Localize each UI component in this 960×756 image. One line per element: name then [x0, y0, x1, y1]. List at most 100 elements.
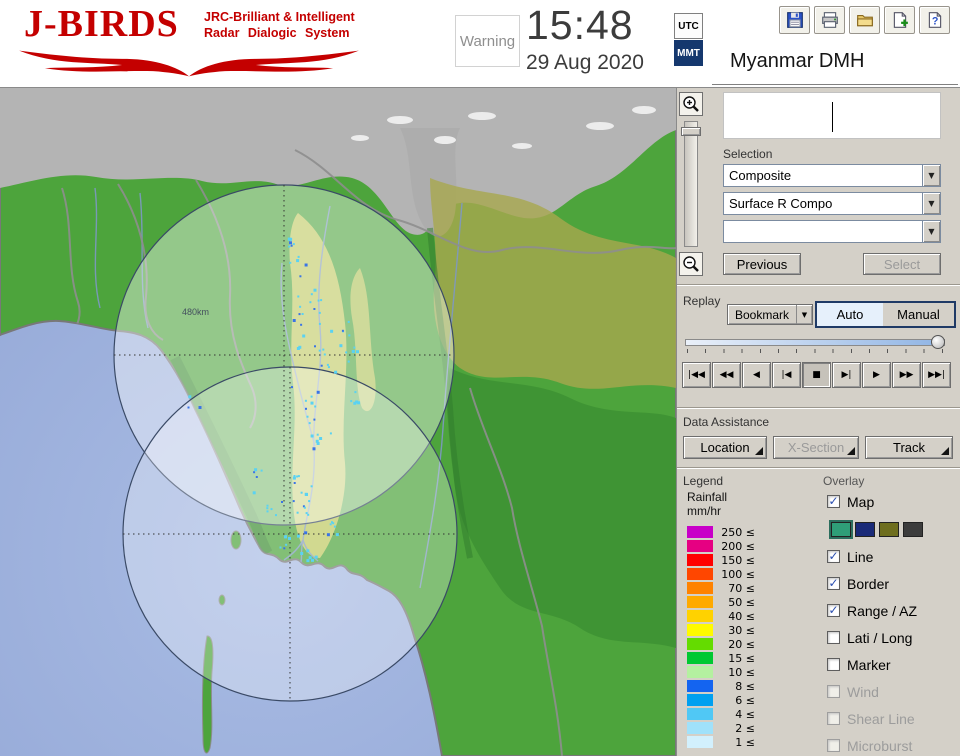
- previous-button[interactable]: Previous: [723, 253, 801, 275]
- step-forward-button[interactable]: ▶|: [832, 362, 861, 388]
- help-button[interactable]: ?: [919, 6, 950, 34]
- jbirds-app: J-BIRDS JRC-Brilliant & Intelligent Rada…: [0, 0, 960, 756]
- mmt-button[interactable]: MMT: [674, 40, 703, 66]
- replay-slider-ticks: [687, 349, 943, 353]
- replay-slider-thumb[interactable]: [931, 335, 945, 349]
- selection-label: Selection: [723, 147, 773, 161]
- overlay-item-line[interactable]: ✓ Line: [827, 543, 960, 570]
- legend-row: 100 ≤: [687, 567, 755, 581]
- zoom-slider[interactable]: [681, 121, 701, 247]
- legend-color-swatch: [687, 568, 713, 580]
- legend-color-swatch: [687, 624, 713, 636]
- x-section-button[interactable]: X-Section: [773, 436, 859, 459]
- overlay-list: ✓ Map ✓ Line ✓ Border ✓ Range / AZ Lati / Long Ma…: [827, 488, 960, 756]
- separator: [677, 467, 960, 469]
- checkbox[interactable]: [827, 631, 840, 644]
- product-combo-value: Surface R Compo: [729, 196, 833, 211]
- step-back-button[interactable]: |◀: [772, 362, 801, 388]
- legend-value: 10 ≤: [728, 665, 755, 679]
- product-combo[interactable]: Surface R Compo ▼: [723, 192, 941, 215]
- legend-row: 30 ≤: [687, 623, 755, 637]
- rewind-button[interactable]: ◀◀: [712, 362, 741, 388]
- radar-range-rings: [113, 184, 458, 702]
- map-style-swatch-3[interactable]: [879, 521, 899, 537]
- checkbox: [827, 685, 840, 698]
- zoom-out-button[interactable]: [679, 252, 703, 276]
- station-name: Myanmar DMH: [730, 50, 865, 72]
- play-button[interactable]: ▶: [862, 362, 891, 388]
- manual-toggle[interactable]: Manual: [883, 301, 956, 328]
- overlay-item-lati-long[interactable]: Lati / Long: [827, 624, 960, 651]
- print-button[interactable]: [814, 6, 845, 34]
- legend-value: 6 ≤: [735, 693, 755, 707]
- legend-color-swatch: [687, 694, 713, 706]
- overlay-item-range-az[interactable]: ✓ Range / AZ: [827, 597, 960, 624]
- save-icon: [786, 12, 803, 28]
- checkbox[interactable]: ✓: [827, 495, 840, 508]
- text-caret: [832, 102, 833, 132]
- composite-combo[interactable]: Composite ▼: [723, 164, 941, 187]
- overlay-item-marker[interactable]: Marker: [827, 651, 960, 678]
- legend-row: 15 ≤: [687, 651, 755, 665]
- text-entry-box[interactable]: [723, 92, 941, 139]
- overlay-item-border[interactable]: ✓ Border: [827, 570, 960, 597]
- legend-color-swatch: [687, 722, 713, 734]
- legend-value: 1 ≤: [735, 735, 755, 749]
- radar-map-canvas: 480km: [0, 88, 676, 756]
- checkbox[interactable]: ✓: [827, 604, 840, 617]
- export-button[interactable]: [884, 6, 915, 34]
- replay-slider[interactable]: [685, 334, 945, 356]
- legend-value: 250 ≤: [721, 525, 755, 539]
- option-combo[interactable]: ▼: [723, 220, 941, 243]
- fast-forward-button[interactable]: ▶▶: [892, 362, 921, 388]
- select-button[interactable]: Select: [863, 253, 941, 275]
- legend-color-swatch: [687, 540, 713, 552]
- clock: 15:48 29 Aug 2020: [526, 2, 644, 75]
- save-button[interactable]: [779, 6, 810, 34]
- overlay-item-map[interactable]: ✓ Map: [827, 488, 960, 515]
- legend-row: 4 ≤: [687, 707, 755, 721]
- legend-row: 1 ≤: [687, 735, 755, 749]
- stop-button[interactable]: ■: [802, 362, 831, 388]
- legend-row: 8 ≤: [687, 679, 755, 693]
- help-icon: ?: [928, 12, 941, 28]
- timezone-toggle: UTC MMT: [674, 13, 703, 67]
- utc-button[interactable]: UTC: [674, 13, 703, 39]
- map-style-swatch-2[interactable]: [855, 521, 875, 537]
- zoom-slider-thumb[interactable]: [681, 127, 701, 136]
- chevron-down-icon[interactable]: ▼: [922, 221, 940, 242]
- legend-color-swatch: [687, 638, 713, 650]
- legend-value: 50 ≤: [728, 595, 755, 609]
- overlay-item-wind: Wind: [827, 678, 960, 705]
- overlay-item-label: Marker: [847, 656, 891, 673]
- zoom-in-icon: [683, 96, 699, 112]
- radar-map[interactable]: 480km: [0, 88, 676, 756]
- track-button[interactable]: Track: [865, 436, 953, 459]
- map-style-swatch-1[interactable]: [831, 521, 851, 537]
- skip-start-button[interactable]: |◀◀: [682, 362, 711, 388]
- checkbox[interactable]: [827, 658, 840, 671]
- play-reverse-button[interactable]: ◀: [742, 362, 771, 388]
- data-assistance-label: Data Assistance: [683, 415, 770, 429]
- map-style-swatch-4[interactable]: [903, 521, 923, 537]
- chevron-down-icon[interactable]: ▼: [922, 193, 940, 214]
- bookmark-button[interactable]: Bookmark ▼: [727, 304, 813, 325]
- eagle-logo-icon: [19, 50, 359, 77]
- warning-button[interactable]: Warning: [455, 15, 520, 67]
- location-button[interactable]: Location: [683, 436, 767, 459]
- open-folder-button[interactable]: [849, 6, 880, 34]
- checkbox[interactable]: ✓: [827, 577, 840, 590]
- legend-row: 70 ≤: [687, 581, 755, 595]
- overlay-item-shear-line: Shear Line: [827, 705, 960, 732]
- legend-color-swatch: [687, 554, 713, 566]
- legend-row: 6 ≤: [687, 693, 755, 707]
- separator: [677, 407, 960, 409]
- skip-end-button[interactable]: ▶▶|: [922, 362, 951, 388]
- svg-text:?: ?: [931, 16, 938, 28]
- checkbox[interactable]: ✓: [827, 550, 840, 563]
- chevron-down-icon[interactable]: ▼: [922, 165, 940, 186]
- logo: J-BIRDS JRC-Brilliant & Intelligent Rada…: [6, 2, 386, 86]
- zoom-in-button[interactable]: [679, 92, 703, 116]
- separator: [677, 284, 960, 286]
- auto-toggle[interactable]: Auto: [815, 301, 885, 328]
